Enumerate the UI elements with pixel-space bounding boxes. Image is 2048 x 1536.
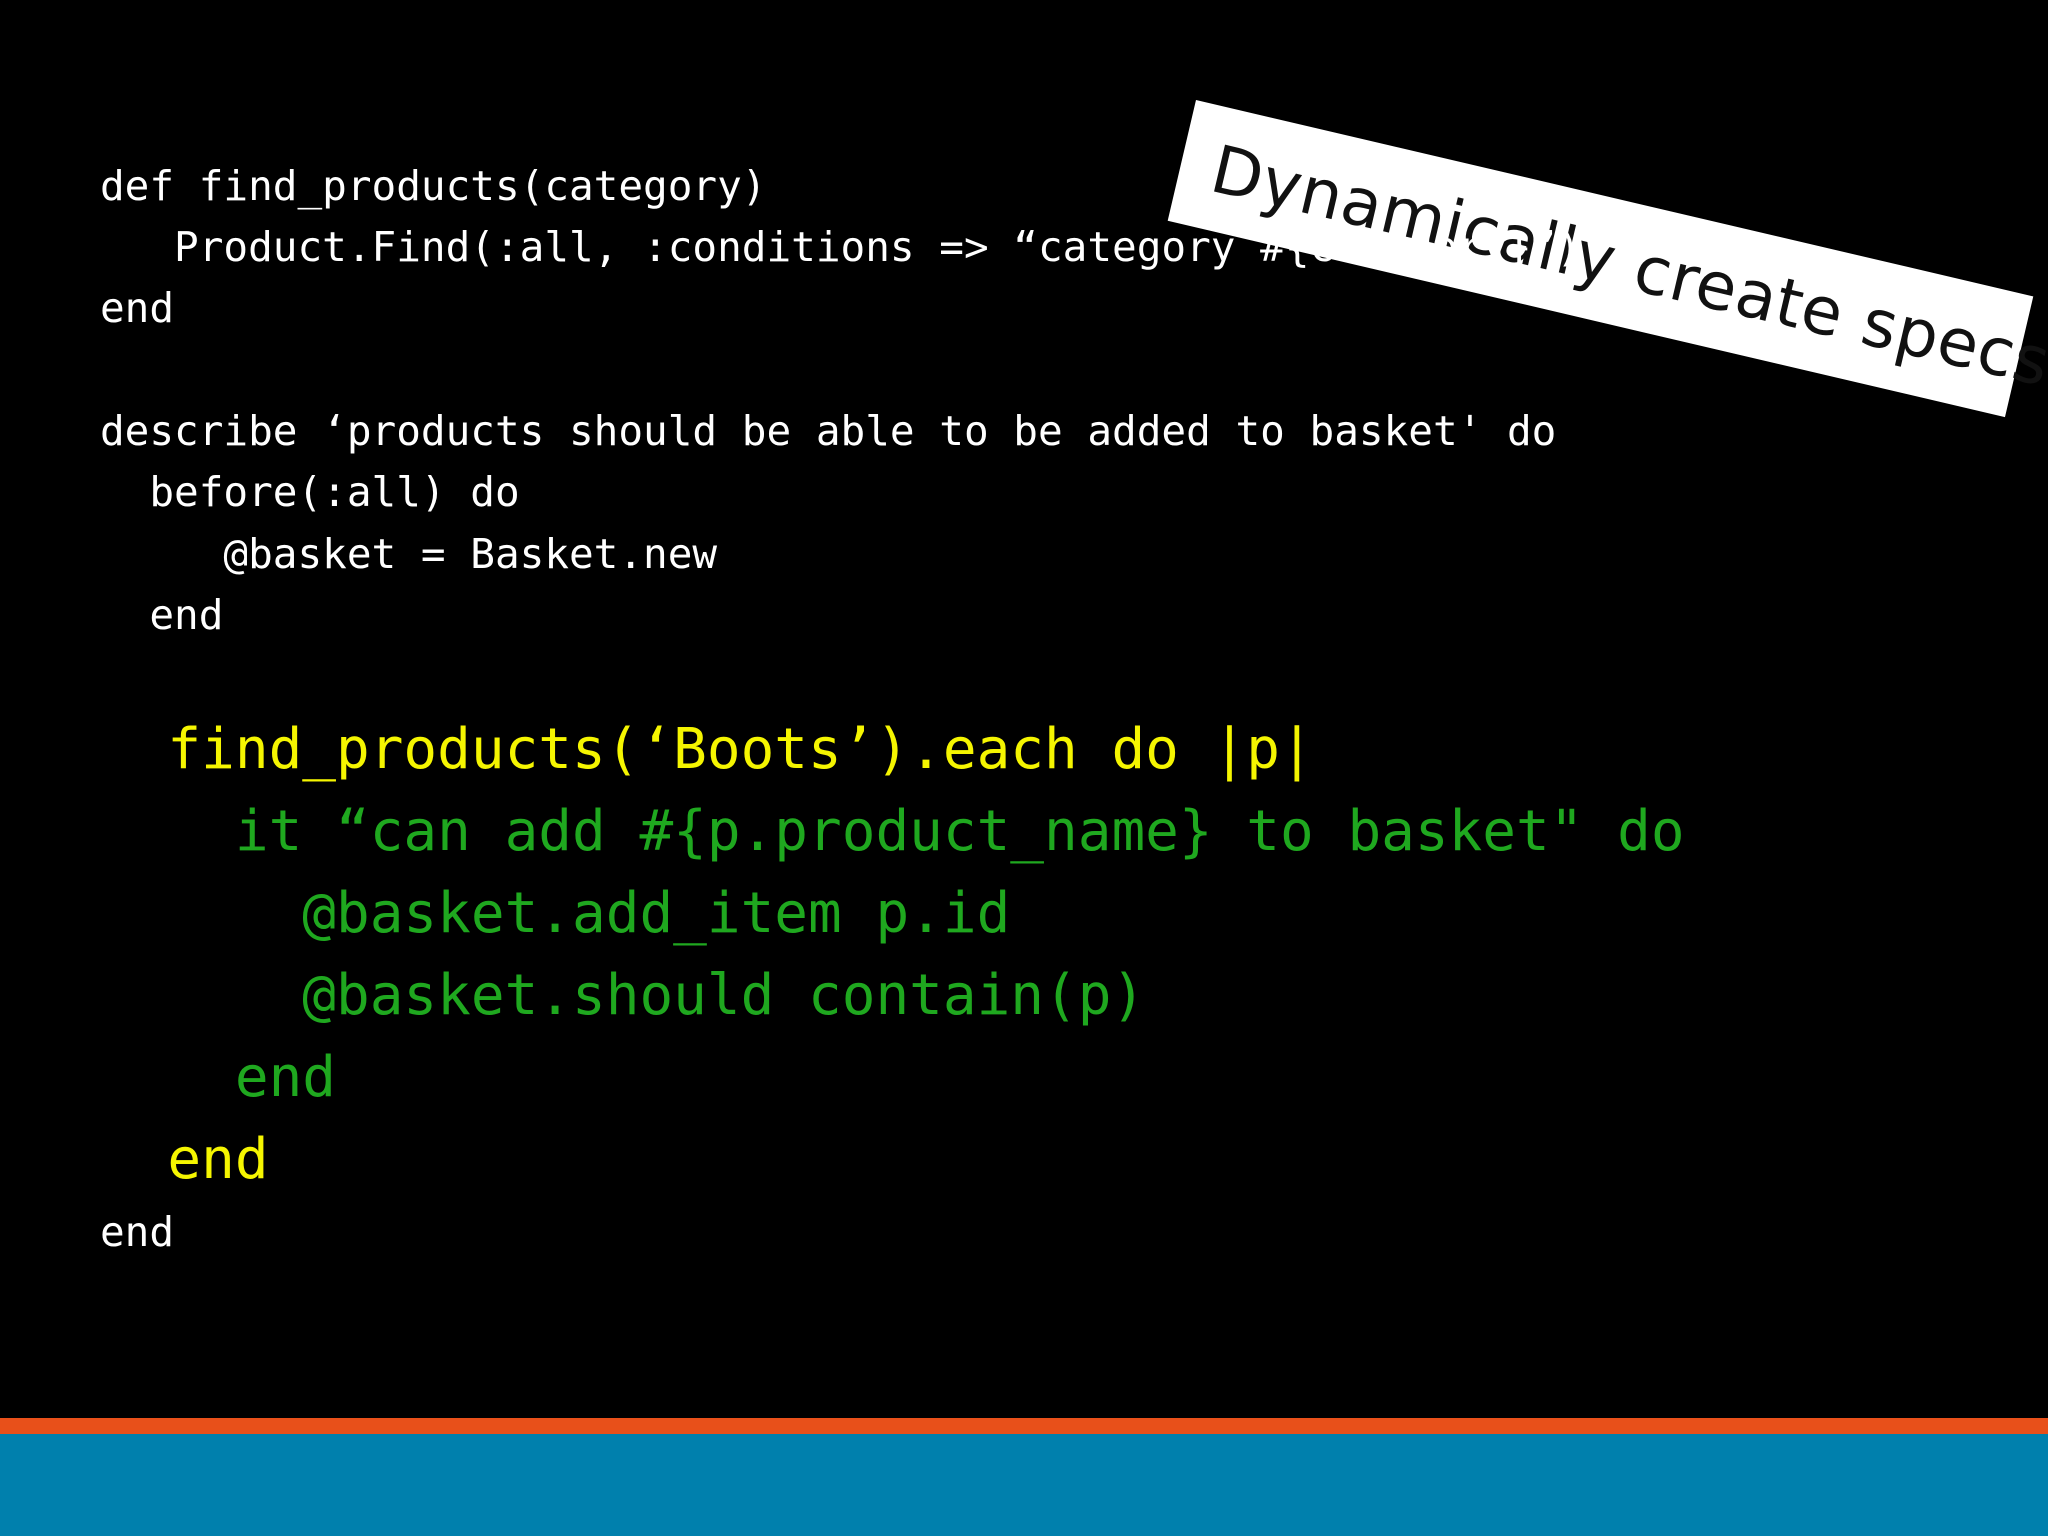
- code-line-it: it “can add #{p.product_name} to basket"…: [100, 799, 1685, 864]
- code-line-before-end: end: [100, 591, 224, 639]
- code-line-describe: describe ‘products should be able to be …: [100, 407, 1557, 455]
- code-line-def: def find_products(category): [100, 162, 767, 210]
- code-line-should-contain: @basket.should contain(p): [100, 963, 1146, 1028]
- code-line-loop-close: end: [100, 1127, 269, 1192]
- code-line-it-end: end: [100, 1045, 337, 1110]
- code-line-end: end: [100, 284, 175, 332]
- code-line-final-end: end: [100, 1208, 175, 1256]
- code-line-add-item: @basket.add_item p.id: [100, 881, 1011, 946]
- code-line-product-find: Product.Find(:all, :conditions => “categ…: [100, 223, 1582, 271]
- code-line-basket-new: @basket = Basket.new: [100, 530, 718, 578]
- accent-strip: [0, 1418, 2048, 1434]
- footer-bar: [0, 1434, 2048, 1536]
- code-line-loop-open: find_products(‘Boots’).each do |p|: [100, 717, 1314, 782]
- slide: Dynamically create specs def find_produc…: [0, 0, 2048, 1536]
- code-line-before: before(:all) do: [100, 468, 520, 516]
